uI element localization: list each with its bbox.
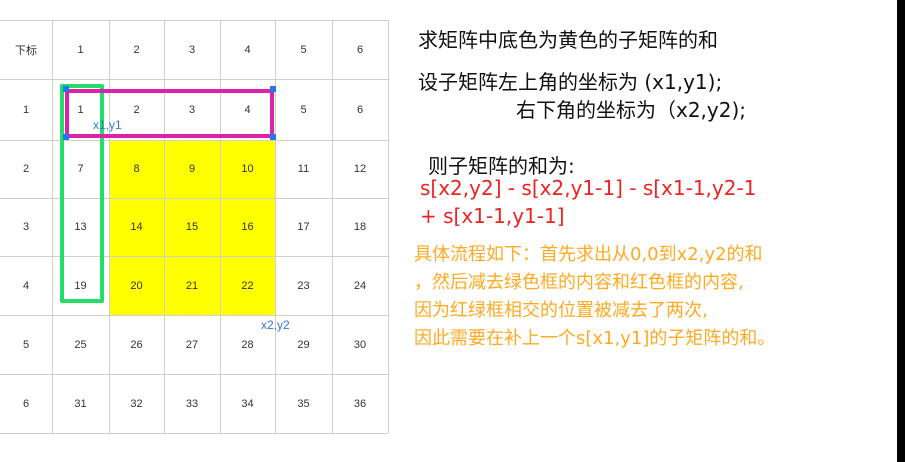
matrix-cell: 32 — [130, 397, 143, 410]
row-header-cell: 1 — [22, 103, 30, 116]
window-edge — [897, 0, 905, 462]
matrix-cell: 8 — [133, 163, 140, 175]
matrix-cell: 18 — [353, 221, 367, 233]
matrix-cell: 23 — [297, 279, 310, 292]
formula-line-1: s[x2,y2] - s[x2,y1-1] - s[x1-1,y2-1 — [420, 176, 757, 200]
column-header-cell: 5 — [300, 43, 307, 56]
matrix-cell: 21 — [185, 279, 199, 292]
matrix-cell: 31 — [74, 397, 87, 410]
matrix-cell: 14 — [130, 221, 143, 233]
corner-marker — [270, 86, 276, 92]
column-header-cell: 下标 — [15, 44, 37, 57]
matrix-cell: 24 — [353, 279, 367, 292]
matrix-cell: 27 — [185, 338, 199, 351]
top-left-definition: 设子矩阵左上角的坐标为 (x1,y1); — [418, 70, 723, 94]
process-line-2: ，然后减去绿色框的内容和红色框的内容, — [414, 272, 744, 293]
corner-marker — [63, 134, 69, 140]
matrix-cell: 33 — [185, 397, 199, 410]
matrix-cell: 6 — [356, 103, 364, 116]
matrix-cell: 9 — [188, 163, 196, 175]
matrix-cell: 5 — [300, 103, 307, 116]
matrix-cell: 36 — [353, 397, 367, 410]
matrix-cell: 35 — [297, 397, 310, 410]
corner-marker — [270, 134, 276, 140]
column-header-cell: 2 — [133, 43, 140, 56]
grid-column-line — [388, 20, 389, 433]
process-line-1: 具体流程如下：首先求出从0,0到x2,y2的和 — [414, 244, 763, 265]
row-header-cell: 5 — [22, 338, 30, 351]
index-grid: 下标 1 2 3 4 5 6 1 1 2 3 4 5 6 2 7 8 9 10 11 12 3 13 14 15 16 17 18 4 1… — [0, 0, 400, 462]
top-left-coordinate-label: x1,y1 — [93, 118, 122, 132]
bottom-right-definition: 右下角的坐标为（x2,y2); — [516, 98, 747, 122]
matrix-cell: 12 — [353, 163, 367, 175]
matrix-cell: 34 — [241, 397, 254, 410]
formula-line-2: + s[x1-1,y1-1] — [420, 204, 565, 228]
matrix-cell: 22 — [241, 279, 254, 292]
column-header-cell: 3 — [188, 43, 196, 56]
matrix-cell: 26 — [130, 338, 143, 351]
row-header-cell: 2 — [22, 163, 30, 175]
process-line-4: 因此需要在补上一个s[x1,y1]的子矩阵的和。 — [414, 328, 776, 349]
matrix-cell: 10 — [241, 163, 254, 175]
row-header-cell: 6 — [22, 397, 30, 410]
matrix-cell: 25 — [74, 338, 87, 351]
process-line-3: 因为红绿框相交的位置被减去了两次, — [414, 300, 708, 321]
matrix-cell: 20 — [130, 279, 143, 292]
column-header-cell: 1 — [77, 43, 84, 56]
matrix-cell: 15 — [185, 221, 199, 233]
corner-marker — [63, 86, 69, 92]
row-header-cell: 3 — [22, 221, 30, 233]
matrix-cell: 30 — [353, 338, 367, 351]
formula-title: 则子矩阵的和为: — [428, 154, 575, 178]
problem-statement: 求矩阵中底色为黄色的子矩阵的和 — [418, 28, 718, 52]
matrix-cell: 17 — [297, 221, 310, 233]
bottom-right-coordinate-label: x2,y2 — [261, 318, 290, 332]
column-header-cell: 6 — [356, 43, 364, 56]
matrix-cell: 16 — [241, 221, 254, 233]
matrix-cell: 11 — [297, 163, 310, 175]
column-header-cell: 4 — [244, 43, 251, 56]
grid-row-line — [0, 433, 388, 434]
row-header-cell: 4 — [22, 279, 30, 292]
